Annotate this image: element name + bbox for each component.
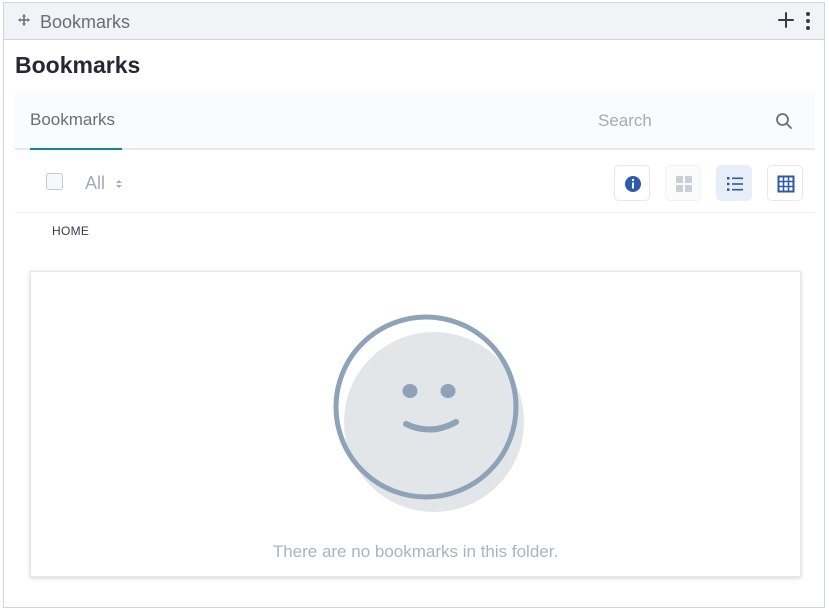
filter-dropdown[interactable]: All — [85, 173, 105, 194]
info-button[interactable] — [614, 165, 650, 201]
management-toolbar: All — [15, 151, 815, 213]
list-view-button[interactable] — [716, 165, 752, 201]
navigation-bar: Bookmarks — [15, 91, 815, 150]
breadcrumb: HOME — [52, 224, 89, 238]
table-icon — [777, 175, 795, 193]
table-view-button[interactable] — [767, 165, 803, 201]
plus-icon[interactable] — [778, 12, 794, 28]
page-title: Bookmarks — [15, 52, 141, 78]
kebab-icon[interactable] — [804, 11, 812, 31]
bookmarks-portlet: Bookmarks Bookmarks Bookmarks All — [3, 2, 825, 608]
move-icon[interactable] — [17, 13, 31, 27]
portlet-topper: Bookmarks — [4, 3, 824, 40]
empty-state-message: There are no bookmarks in this folder. — [272, 542, 559, 561]
portlet-topper-title: Bookmarks — [40, 12, 131, 32]
cards-icon — [676, 176, 692, 192]
cards-view-button[interactable] — [665, 165, 701, 201]
active-tab-indicator — [30, 148, 122, 150]
breadcrumb-item-home[interactable]: HOME — [52, 224, 89, 238]
list-icon — [727, 177, 743, 191]
smiley-face-icon — [333, 314, 524, 512]
tab-bookmarks[interactable]: Bookmarks — [30, 110, 115, 130]
caret-double-icon[interactable] — [115, 178, 123, 190]
info-circle-icon — [625, 176, 641, 192]
empty-state-card: There are no bookmarks in this folder. — [30, 271, 801, 577]
select-all-checkbox[interactable] — [46, 173, 63, 190]
search-icon[interactable] — [775, 112, 793, 130]
search-input[interactable] — [598, 107, 798, 135]
